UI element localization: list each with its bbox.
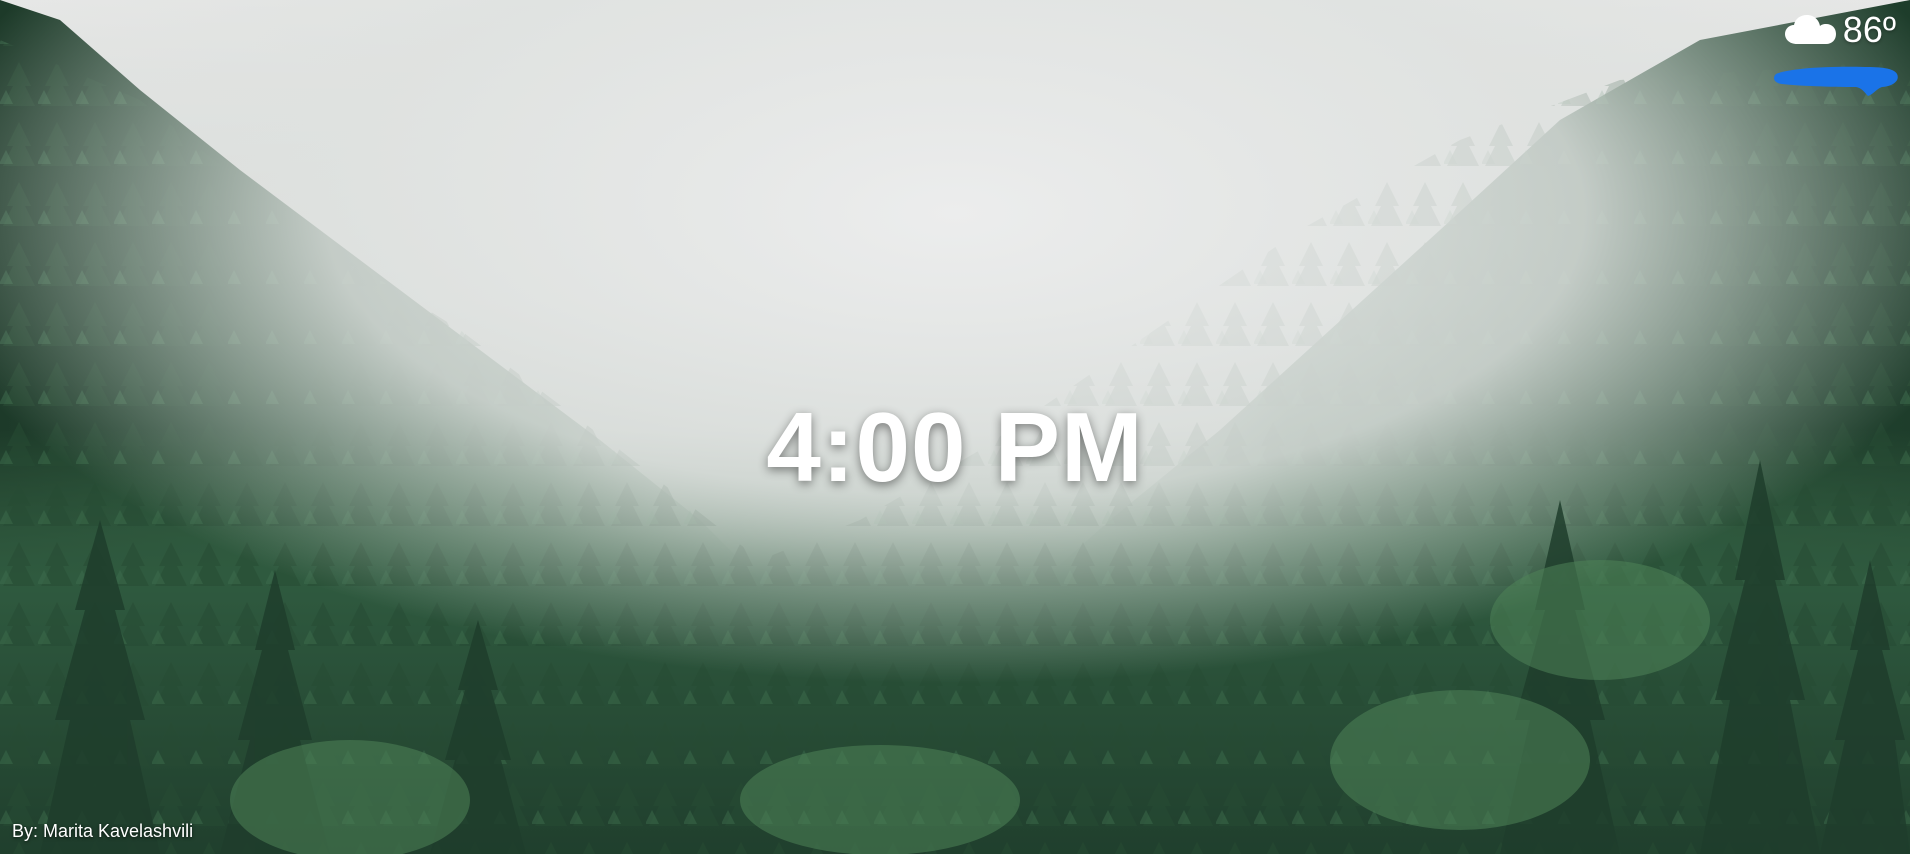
photo-credit[interactable]: By: Marita Kavelashvili — [12, 820, 193, 842]
weather-widget[interactable]: 86º — [1783, 10, 1896, 50]
new-tab-background: 86º 4:00 PM By: Marita Kavelashvili — [0, 0, 1910, 854]
cloud-icon — [1784, 15, 1836, 44]
location-redaction-mark — [1774, 66, 1898, 96]
temperature: 86º — [1842, 9, 1896, 50]
clock-time: 4:00 PM — [766, 392, 1144, 502]
